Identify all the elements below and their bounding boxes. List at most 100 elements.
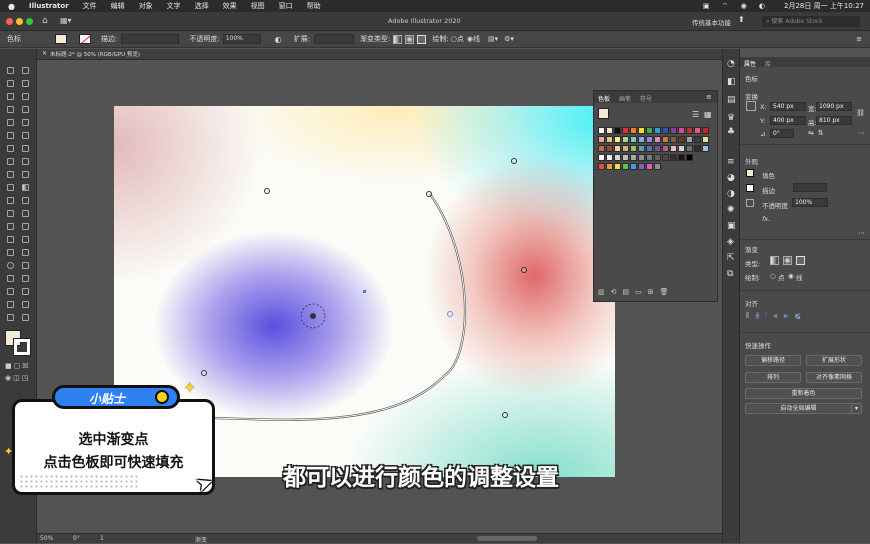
color-swatch[interactable] — [622, 154, 629, 161]
selection-tool-icon[interactable] — [7, 67, 14, 74]
fill-swatch[interactable] — [55, 34, 67, 44]
gradient-line-handle[interactable] — [447, 311, 453, 317]
tab-swatches[interactable]: 色板 — [598, 94, 610, 103]
expand-shape-button[interactable]: 扩展形状 — [806, 355, 862, 366]
color-swatch[interactable] — [702, 145, 709, 152]
tab-libraries[interactable]: 库 — [765, 59, 771, 68]
color-swatch[interactable] — [670, 127, 677, 134]
global-edit-button[interactable]: 启动全局编辑 — [745, 403, 852, 414]
color-swatch[interactable] — [614, 145, 621, 152]
measure-icon[interactable] — [7, 301, 14, 308]
color-swatch[interactable] — [622, 127, 629, 134]
eraser-icon[interactable] — [22, 132, 29, 139]
new-swatch-icon[interactable]: ⊞ — [648, 288, 660, 296]
color-swatch[interactable] — [694, 127, 701, 134]
menu-file[interactable]: 文件 — [83, 1, 97, 11]
ellipse-tool-icon[interactable] — [7, 262, 14, 269]
artboard-number[interactable]: 1 — [100, 535, 104, 542]
panel-menu-icon[interactable]: ≡ — [706, 93, 712, 101]
color-swatch[interactable] — [646, 127, 653, 134]
x-field[interactable]: 540 px — [770, 102, 806, 111]
slice-tool-icon[interactable] — [22, 223, 29, 230]
color-swatch[interactable] — [646, 154, 653, 161]
color-swatch[interactable] — [606, 127, 613, 134]
color-swatch[interactable] — [662, 145, 669, 152]
tab-symbols[interactable]: 符号 — [640, 94, 652, 103]
swatch-library-icon[interactable]: ▥ — [598, 288, 611, 296]
knife-icon[interactable] — [22, 249, 29, 256]
symbol-sprayer-icon[interactable] — [7, 210, 14, 217]
paintbrush-icon[interactable] — [22, 119, 29, 126]
color-swatch[interactable] — [670, 145, 677, 152]
freeform-gradient-icon[interactable] — [417, 34, 427, 44]
tab-properties[interactable]: 属性 — [744, 59, 756, 68]
close-tab-icon[interactable]: ✕ — [42, 50, 47, 57]
color-swatch[interactable] — [598, 136, 605, 143]
pattern-icon[interactable] — [22, 288, 29, 295]
more-options-icon[interactable]: ⋯ — [858, 229, 865, 237]
horizontal-scrollbar[interactable] — [477, 536, 537, 541]
artboard-tool-icon[interactable] — [7, 223, 14, 230]
gradient-tool-icon[interactable] — [22, 184, 29, 191]
draw-points-radio[interactable]: ○ — [770, 272, 776, 280]
gradient-point[interactable] — [502, 412, 508, 418]
color-swatch[interactable] — [662, 136, 669, 143]
color-swatch[interactable] — [630, 163, 637, 170]
active-fill-swatch[interactable] — [598, 108, 609, 119]
graph-tool-icon[interactable] — [22, 210, 29, 217]
graphic-styles-icon[interactable]: ▣ — [727, 221, 736, 231]
radial-gradient-icon[interactable] — [405, 34, 415, 44]
recolor-icon[interactable]: ◐ — [275, 35, 282, 44]
color-swatch[interactable] — [702, 136, 709, 143]
width-tool-icon[interactable] — [7, 158, 14, 165]
crop-icon[interactable] — [22, 301, 29, 308]
properties-icon[interactable]: ◔ — [727, 59, 735, 69]
rectangle-tool-icon[interactable] — [7, 119, 14, 126]
blend-tool-icon[interactable] — [22, 197, 29, 204]
stroke-weight-field[interactable] — [793, 183, 827, 192]
new-color-group-icon[interactable]: ▭ — [635, 288, 648, 296]
color-swatch[interactable] — [654, 163, 661, 170]
color-swatch[interactable] — [606, 136, 613, 143]
y-field[interactable]: 400 px — [770, 116, 806, 125]
grid-view-icon[interactable]: ▦ — [704, 110, 712, 119]
color-swatch[interactable] — [686, 154, 693, 161]
draw-lines-radio[interactable]: ◉ — [788, 272, 794, 280]
color-swatch[interactable] — [638, 136, 645, 143]
puppet-warp-icon[interactable] — [7, 249, 14, 256]
type-tool-icon[interactable] — [7, 106, 14, 113]
stroke-swatch[interactable] — [746, 184, 754, 192]
menu-edit[interactable]: 编辑 — [111, 1, 125, 11]
color-swatch[interactable] — [606, 145, 613, 152]
color-swatch[interactable] — [678, 127, 685, 134]
magnify-icon[interactable] — [22, 314, 29, 321]
color-swatch[interactable] — [678, 145, 685, 152]
gradient-point[interactable] — [426, 191, 432, 197]
zoom-button[interactable] — [26, 18, 33, 25]
color-swatch[interactable] — [638, 127, 645, 134]
color-swatch[interactable] — [598, 145, 605, 152]
color-panel-icon[interactable]: ◕ — [727, 173, 735, 183]
align-options-icon[interactable]: ▤▾ — [488, 35, 498, 43]
gradient-point[interactable] — [264, 188, 270, 194]
panel-menu-icon[interactable]: ≡ — [856, 35, 862, 43]
linear-gradient-icon[interactable] — [393, 34, 403, 44]
perspective-grid-icon[interactable] — [22, 171, 29, 178]
stroke-panel-icon[interactable]: ≡ — [727, 157, 735, 167]
live-paint-icon[interactable] — [7, 288, 14, 295]
curvature-icon[interactable] — [22, 93, 29, 100]
color-swatch[interactable] — [670, 136, 677, 143]
warp-tool-icon[interactable] — [7, 275, 14, 282]
hand-pan-icon[interactable] — [7, 314, 14, 321]
color-swatch[interactable] — [702, 127, 709, 134]
color-swatch[interactable] — [630, 127, 637, 134]
transparency-icon[interactable]: ◑ — [727, 189, 735, 199]
app-menu[interactable]: Illustrator — [29, 2, 69, 10]
color-swatch[interactable] — [670, 154, 677, 161]
stroke-weight-field[interactable] — [121, 34, 180, 44]
stroke-swatch[interactable] — [79, 34, 91, 44]
libraries-icon[interactable]: ◧ — [727, 77, 736, 87]
color-swatch[interactable] — [646, 145, 653, 152]
color-swatch[interactable] — [654, 136, 661, 143]
line-tool-icon[interactable] — [22, 106, 29, 113]
